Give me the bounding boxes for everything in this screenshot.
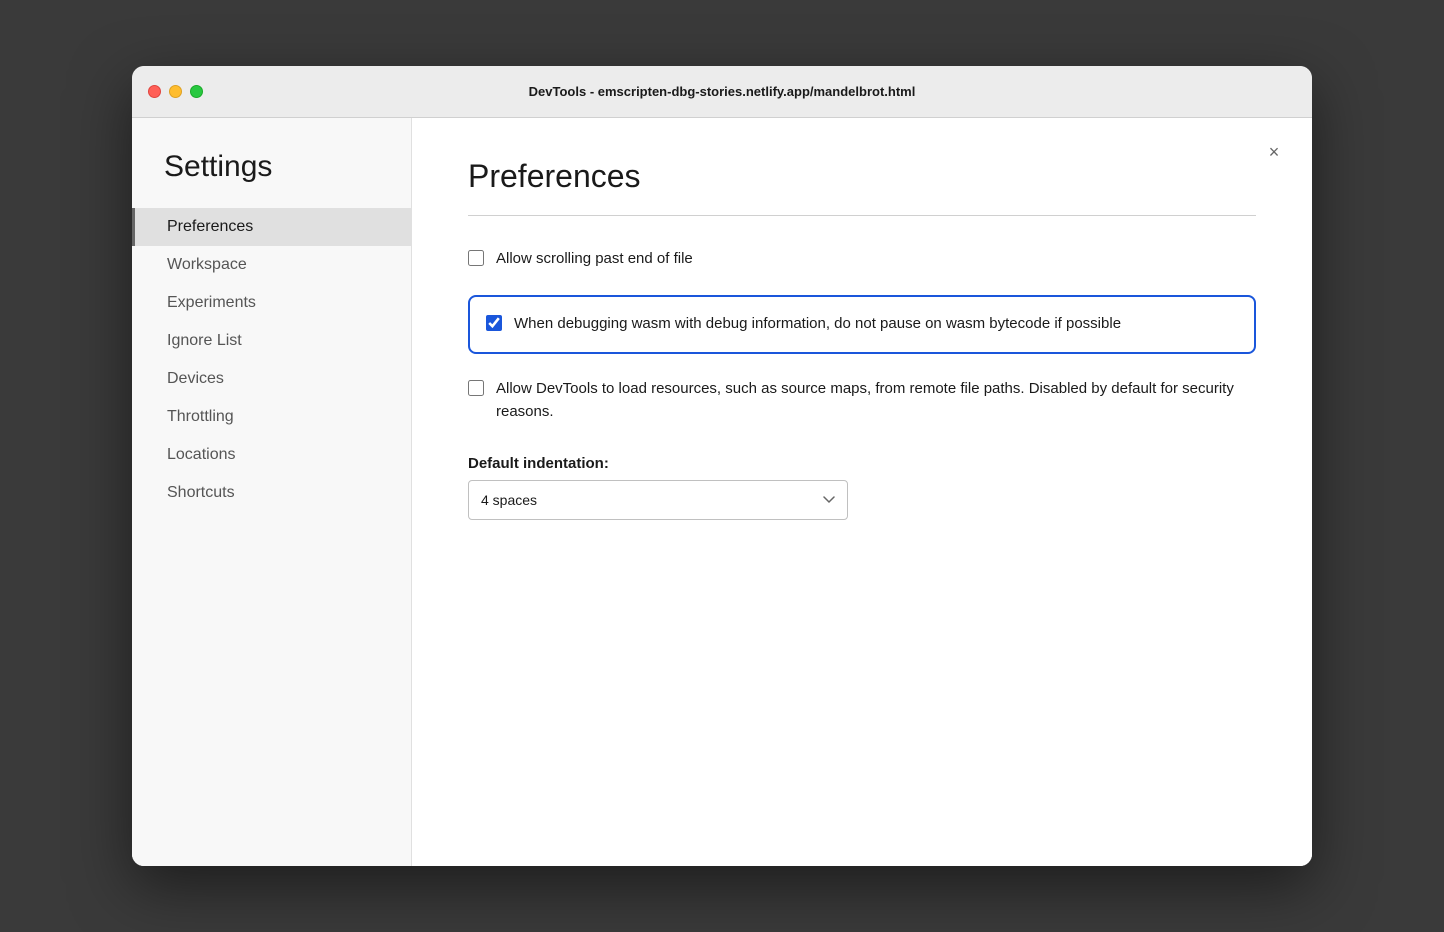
devtools-window: DevTools - emscripten-dbg-stories.netlif… — [132, 66, 1312, 866]
sidebar-item-preferences[interactable]: Preferences — [132, 208, 411, 246]
checkbox-row-remote: Allow DevTools to load resources, such a… — [468, 378, 1256, 423]
checkbox-row-wasm-highlighted: When debugging wasm with debug informati… — [468, 295, 1256, 354]
checkbox-wrapper-wasm — [486, 315, 502, 336]
settings-section: Allow scrolling past end of file When de… — [468, 248, 1256, 520]
checkbox-wasm-debug[interactable] — [486, 315, 502, 331]
sidebar-item-throttling[interactable]: Throttling — [132, 398, 411, 436]
checkbox-scroll-past-eof[interactable] — [468, 250, 484, 266]
maximize-traffic-light[interactable] — [190, 85, 203, 98]
content-divider — [468, 215, 1256, 216]
checkbox-wrapper-scroll — [468, 250, 484, 271]
sidebar: Settings Preferences Workspace Experimen… — [132, 118, 412, 866]
traffic-lights — [148, 85, 203, 98]
window-body: Settings Preferences Workspace Experimen… — [132, 118, 1312, 866]
indentation-section: Default indentation: 2 spaces 4 spaces 8… — [468, 447, 1256, 520]
sidebar-nav: Preferences Workspace Experiments Ignore… — [132, 208, 411, 512]
minimize-traffic-light[interactable] — [169, 85, 182, 98]
sidebar-item-devices[interactable]: Devices — [132, 360, 411, 398]
sidebar-item-ignore-list[interactable]: Ignore List — [132, 322, 411, 360]
checkbox-remote-file-paths[interactable] — [468, 380, 484, 396]
main-content: × Preferences Allow scrolling past end o… — [412, 118, 1312, 866]
checkbox-label-scroll: Allow scrolling past end of file — [496, 248, 693, 271]
indentation-label: Default indentation: — [468, 455, 1256, 472]
checkbox-row-scroll: Allow scrolling past end of file — [468, 248, 1256, 271]
sidebar-title: Settings — [132, 150, 411, 208]
dropdown-wrapper: 2 spaces 4 spaces 8 spaces Tab character — [468, 480, 1256, 520]
sidebar-item-workspace[interactable]: Workspace — [132, 246, 411, 284]
indentation-select[interactable]: 2 spaces 4 spaces 8 spaces Tab character — [468, 480, 848, 520]
titlebar: DevTools - emscripten-dbg-stories.netlif… — [132, 66, 1312, 118]
checkbox-label-wasm: When debugging wasm with debug informati… — [514, 313, 1121, 336]
close-button[interactable]: × — [1260, 138, 1288, 166]
window-title: DevTools - emscripten-dbg-stories.netlif… — [529, 84, 916, 99]
sidebar-item-locations[interactable]: Locations — [132, 436, 411, 474]
content-title: Preferences — [468, 158, 1256, 195]
checkbox-label-remote: Allow DevTools to load resources, such a… — [496, 378, 1256, 423]
sidebar-item-shortcuts[interactable]: Shortcuts — [132, 474, 411, 512]
close-traffic-light[interactable] — [148, 85, 161, 98]
checkbox-wrapper-remote — [468, 380, 484, 401]
sidebar-item-experiments[interactable]: Experiments — [132, 284, 411, 322]
